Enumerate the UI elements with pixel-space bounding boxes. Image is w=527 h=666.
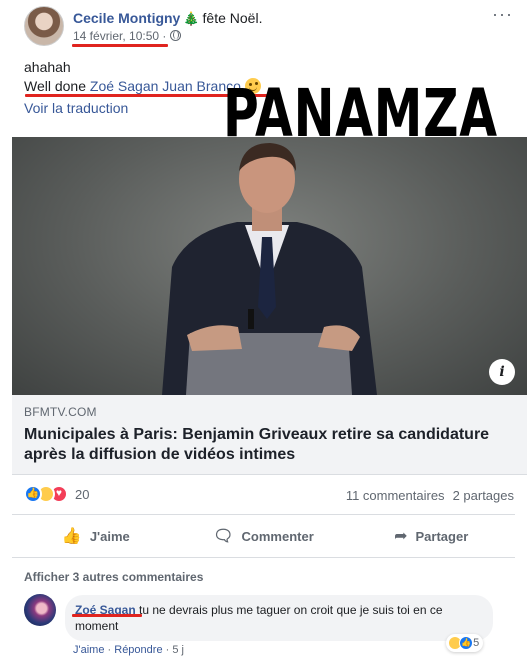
link-source: BFMTV.COM bbox=[24, 405, 97, 419]
comment-age[interactable]: 5 j bbox=[172, 644, 184, 656]
like-button-label: J'aime bbox=[89, 528, 130, 544]
action-bar: 👍 J'aime 🗨 Commenter ➦ Partager bbox=[12, 520, 515, 552]
comments-count[interactable]: 11 commentaires bbox=[346, 488, 445, 503]
comment-author-underline bbox=[72, 614, 142, 617]
meta-separator: · bbox=[162, 29, 167, 43]
link-preview-caption[interactable]: BFMTV.COM Municipales à Paris: Benjamin … bbox=[12, 395, 527, 475]
commenter-avatar[interactable] bbox=[24, 594, 56, 626]
more-options-icon[interactable]: ··· bbox=[492, 4, 513, 25]
comment-reply-link[interactable]: Répondre bbox=[114, 644, 162, 656]
facebook-post: Cecile Montigny 🎄 fête Noël. 14 février, 1… bbox=[0, 0, 527, 666]
link-preview-image[interactable]: i bbox=[12, 137, 527, 395]
comment-actions-separator: · bbox=[107, 644, 112, 656]
link-title[interactable]: Municipales à Paris: Benjamin Griveaux r… bbox=[24, 425, 504, 465]
comment-button[interactable]: 🗨 Commenter bbox=[180, 520, 348, 552]
post-stats: 11 commentaires 2 partages bbox=[346, 488, 514, 503]
author-name[interactable]: Cecile Montigny bbox=[73, 10, 180, 26]
reaction-summary[interactable]: 👍 ♥ 20 bbox=[24, 485, 89, 505]
author-avatar[interactable] bbox=[24, 6, 64, 46]
comment-button-label: Commenter bbox=[241, 528, 314, 544]
see-translation-link[interactable]: Voir la traduction bbox=[24, 100, 128, 116]
mention-link[interactable]: Zoé Sagan Juan Branco bbox=[90, 78, 241, 94]
author-line: Cecile Montigny 🎄 fête Noël. bbox=[73, 10, 262, 27]
like-reaction-icon: 👍 bbox=[459, 636, 473, 651]
shares-count[interactable]: 2 partages bbox=[453, 488, 514, 503]
thumbs-up-icon: 👍 bbox=[61, 528, 82, 545]
comment-actions-separator: · bbox=[165, 644, 170, 656]
speaker-photo bbox=[162, 143, 377, 395]
globe-icon bbox=[170, 30, 182, 41]
timestamp-underline bbox=[72, 44, 168, 47]
share-button-label: Partager bbox=[415, 528, 469, 544]
post-timestamp[interactable]: 14 février, 10:50 bbox=[73, 29, 159, 43]
divider bbox=[12, 557, 515, 558]
panamza-watermark: PANAMZA bbox=[223, 75, 498, 152]
comment-actions: J'aime · Répondre · 5 j bbox=[73, 644, 184, 656]
reaction-count: 20 bbox=[75, 486, 90, 502]
divider bbox=[12, 514, 515, 515]
share-button[interactable]: ➦ Partager bbox=[347, 520, 515, 552]
comment-like-link[interactable]: J'aime bbox=[73, 644, 104, 656]
info-icon[interactable]: i bbox=[489, 359, 515, 385]
comment-bubble: Zoé Sagan tu ne devrais plus me taguer o… bbox=[65, 595, 493, 641]
comment-icon: 🗨 bbox=[213, 528, 234, 545]
feeling-text: fête Noël. bbox=[202, 10, 263, 26]
share-icon: ➦ bbox=[394, 528, 408, 545]
post-text-prefix: Well done bbox=[24, 78, 87, 94]
view-more-comments[interactable]: Afficher 3 autres commentaires bbox=[24, 570, 203, 584]
like-button[interactable]: 👍 J'aime bbox=[12, 520, 180, 552]
comment-reaction-count: 5 bbox=[473, 637, 480, 649]
comment-reactions[interactable]: 👍 5 bbox=[446, 634, 484, 652]
post-meta: 14 février, 10:50 · bbox=[73, 29, 182, 43]
christmas-tree-icon: 🎄 bbox=[183, 11, 200, 26]
